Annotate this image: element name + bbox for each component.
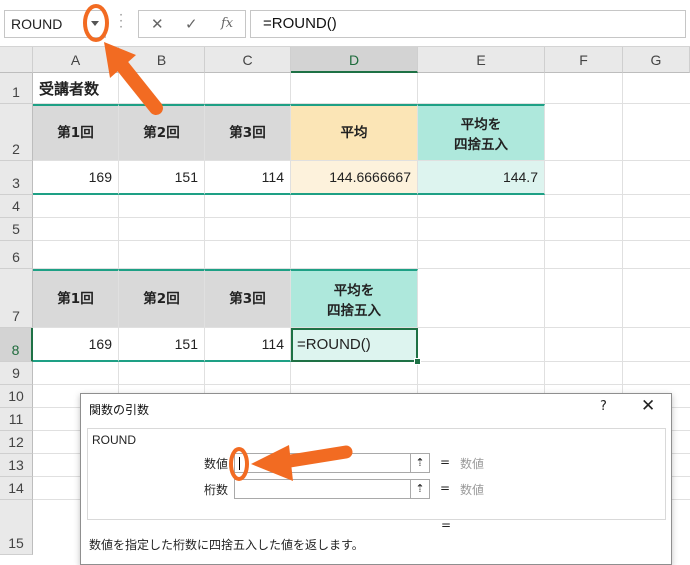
annotation-overlay (83, 4, 353, 481)
arrow-shaft-arg1 (277, 445, 353, 469)
arrow-shaft-namebox (113, 56, 163, 115)
arrow-head-arg1-icon (251, 445, 293, 481)
highlight-circle-arg1-icon (229, 447, 249, 481)
highlight-circle-namebox-icon (83, 4, 109, 42)
